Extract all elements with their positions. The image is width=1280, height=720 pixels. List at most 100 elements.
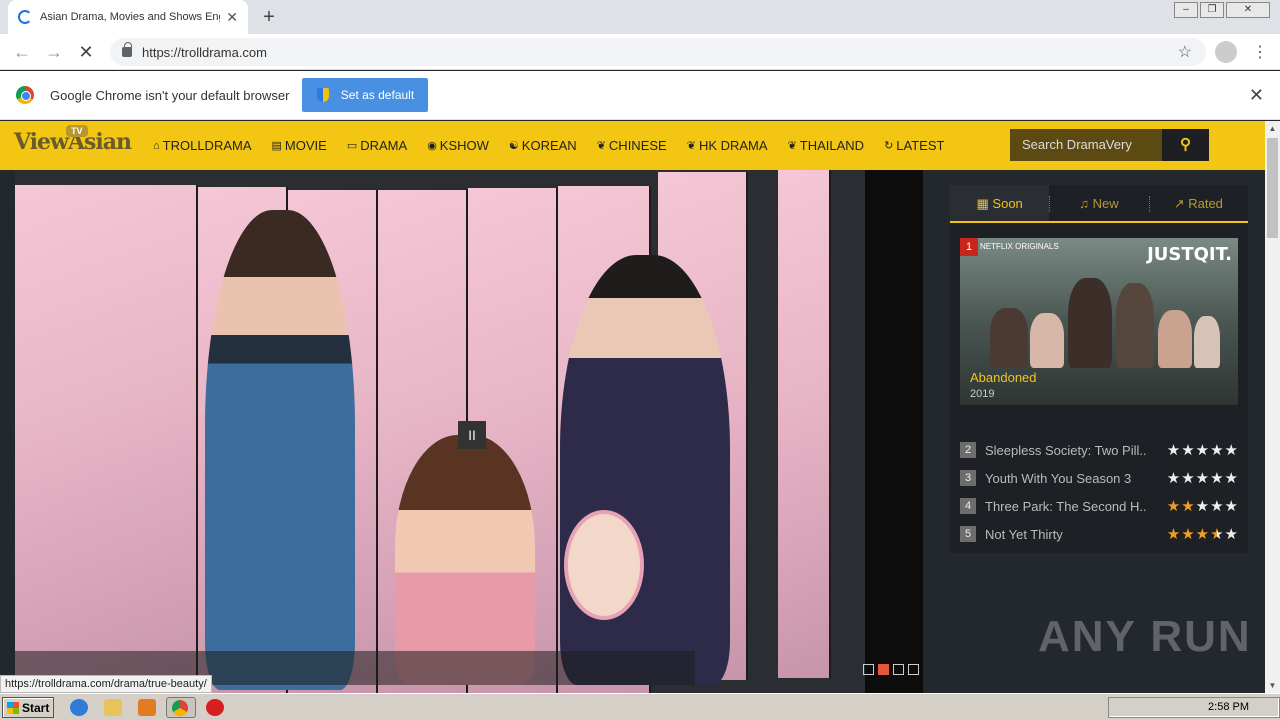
tab-label: Rated bbox=[1188, 196, 1223, 211]
star-icon: ★ bbox=[1210, 469, 1224, 487]
back-button[interactable]: ← bbox=[12, 42, 32, 62]
star-icon: ★ bbox=[1210, 441, 1224, 459]
site-logo[interactable]: ViewAsian TV bbox=[14, 125, 132, 155]
list-item[interactable]: 4 Three Park: The Second H... ★ ★ ★ ★ ★ bbox=[960, 492, 1238, 520]
minimize-button[interactable]: – bbox=[1174, 2, 1198, 18]
profile-avatar[interactable] bbox=[1215, 41, 1237, 63]
featured-poster-art bbox=[990, 278, 1220, 368]
slider-dot[interactable] bbox=[893, 664, 904, 675]
nav-item-hk-drama[interactable]: ❦ HK DRAMA bbox=[687, 138, 768, 153]
default-browser-infobar: Google Chrome isn't your default browser… bbox=[0, 71, 1280, 120]
stop-button[interactable]: ✕ bbox=[76, 42, 96, 62]
nav-item-thailand[interactable]: ❦ THAILAND bbox=[788, 138, 865, 153]
nav-item-latest[interactable]: ↻ LATEST bbox=[884, 138, 944, 153]
star-icon: ★ bbox=[1166, 525, 1181, 543]
slider-dark-slice bbox=[865, 170, 923, 693]
featured-title[interactable]: Abandoned bbox=[970, 370, 1037, 385]
rank-number: 5 bbox=[960, 526, 976, 542]
ie-icon[interactable] bbox=[70, 699, 88, 716]
browser-toolbar: ← → ✕ https://trolldrama.com ☆ ⋮ bbox=[0, 34, 1280, 70]
film-icon: ▤ bbox=[271, 140, 282, 152]
forward-button[interactable]: → bbox=[44, 42, 64, 62]
slider-dot[interactable] bbox=[878, 664, 889, 675]
star-icon: ★ bbox=[1181, 469, 1195, 487]
star-rating: ★ ★ ★ ★ ★ bbox=[1166, 499, 1238, 514]
browser-tab[interactable]: Asian Drama, Movies and Shows English ✕ bbox=[8, 0, 248, 34]
start-label: Start bbox=[22, 700, 50, 715]
slider-dot[interactable] bbox=[908, 664, 919, 675]
shield-icon bbox=[316, 88, 329, 102]
nav-item-trolldrama[interactable]: ⌂ TROLLDRAMA bbox=[153, 138, 252, 153]
search-input[interactable]: Search DramaVery bbox=[1010, 129, 1162, 161]
loading-spinner-icon bbox=[18, 10, 32, 24]
tab-label: New bbox=[1092, 196, 1119, 211]
monitor-icon: ▭ bbox=[346, 140, 358, 152]
slider-slice bbox=[778, 170, 831, 678]
tab-soon[interactable]: ▦ Soon bbox=[950, 185, 1050, 221]
tab-close-icon[interactable]: ✕ bbox=[226, 9, 238, 26]
tab-rated[interactable]: ↗ Rated bbox=[1148, 185, 1248, 221]
window-close-button[interactable]: ✕ bbox=[1226, 2, 1270, 18]
tab-label: Soon bbox=[992, 196, 1023, 211]
rank-number: 2 bbox=[960, 442, 976, 458]
list-item[interactable]: 3 Youth With You Season 3 ★ ★ ★ ★ ★ bbox=[960, 464, 1238, 492]
nav-item-label: KOREAN bbox=[521, 138, 577, 153]
list-item[interactable]: 2 Sleepless Society: Two Pill... ★ ★ ★ ★ ★ bbox=[960, 436, 1238, 464]
star-icon: ★ bbox=[1166, 441, 1181, 459]
hero-slider[interactable]: II bbox=[15, 170, 923, 693]
set-default-label: Set as default bbox=[340, 88, 415, 102]
actress-figure bbox=[395, 435, 535, 685]
system-tray: 2:58 PM bbox=[1108, 697, 1280, 718]
chrome-logo-icon bbox=[16, 86, 34, 104]
page-scrollbar[interactable]: ▲ ▼ bbox=[1265, 121, 1280, 693]
media-player-icon[interactable] bbox=[138, 699, 156, 716]
infobar-close-icon[interactable]: ✕ bbox=[1249, 85, 1264, 106]
ranking-list: 2 Sleepless Society: Two Pill... ★ ★ ★ ★ ★ 3 You… bbox=[960, 436, 1238, 548]
list-item[interactable]: 5 Not Yet Thirty ★ ★ ★ ★ ★ bbox=[960, 520, 1238, 548]
set-default-button[interactable]: Set as default bbox=[302, 78, 429, 112]
featured-badge: NETFLIX ORIGINALS bbox=[980, 242, 1059, 251]
search-icon: ⚲ bbox=[1180, 136, 1191, 153]
slider-pagination bbox=[863, 664, 919, 675]
tab-new[interactable]: ♫ New bbox=[1049, 185, 1148, 221]
nav-item-label: KSHOW bbox=[439, 138, 489, 153]
scroll-thumb[interactable] bbox=[1267, 138, 1278, 238]
pause-icon: II bbox=[468, 427, 476, 443]
nav-item-label: MOVIE bbox=[284, 138, 327, 153]
scroll-up-icon[interactable]: ▲ bbox=[1265, 121, 1280, 136]
address-bar[interactable]: https://trolldrama.com ☆ bbox=[110, 38, 1206, 66]
nav-item-label: THAILAND bbox=[799, 138, 865, 153]
rank-title: Three Park: The Second H... bbox=[985, 498, 1147, 514]
star-icon: ★ bbox=[1224, 497, 1238, 515]
calendar-icon: ▦ bbox=[976, 196, 993, 211]
start-button[interactable]: Start bbox=[2, 697, 54, 718]
restore-button[interactable]: ❐ bbox=[1200, 2, 1224, 18]
featured-rank-badge: 1 bbox=[960, 238, 978, 256]
nav-item-drama[interactable]: ▭ DRAMA bbox=[347, 138, 407, 153]
star-rating: ★ ★ ★ ★ ★ bbox=[1166, 527, 1238, 542]
scroll-down-icon[interactable]: ▼ bbox=[1265, 678, 1280, 693]
new-tab-button[interactable]: + bbox=[258, 6, 280, 28]
rank-title: Not Yet Thirty bbox=[985, 526, 1063, 542]
nav-item-movie[interactable]: ▤ MOVIE bbox=[272, 138, 327, 153]
slider-dot[interactable] bbox=[863, 664, 874, 675]
actor-figure bbox=[205, 210, 355, 690]
alert-icon[interactable] bbox=[206, 699, 224, 716]
star-icon: ★ bbox=[1195, 525, 1210, 543]
anyrun-watermark: ANY RUN bbox=[1038, 612, 1252, 661]
featured-card[interactable]: 1 NETFLIX ORIGINALS JUSTQIT. Abandoned 2… bbox=[960, 238, 1238, 405]
star-icon: ★ bbox=[1210, 525, 1224, 543]
rank-title: Sleepless Society: Two Pill... bbox=[985, 442, 1147, 458]
star-icon: ★ bbox=[1181, 525, 1195, 543]
explorer-icon[interactable] bbox=[104, 699, 122, 716]
nav-item-chinese[interactable]: ❦ CHINESE bbox=[597, 138, 667, 153]
bookmark-star-icon[interactable]: ☆ bbox=[1178, 42, 1192, 62]
actor-figure bbox=[560, 255, 730, 685]
nav-item-korean[interactable]: ☯ KOREAN bbox=[509, 138, 577, 153]
home-icon: ⌂ bbox=[153, 139, 160, 152]
search-button[interactable]: ⚲ bbox=[1162, 129, 1209, 161]
ranking-sidebar: ▦ Soon ♫ New ↗ Rated 1 NETFLIX ORIGINALS J… bbox=[950, 185, 1248, 553]
chrome-menu-icon[interactable]: ⋮ bbox=[1252, 42, 1268, 62]
nav-item-kshow[interactable]: ◉ KSHOW bbox=[427, 138, 489, 153]
slider-pause-button[interactable]: II bbox=[458, 421, 486, 449]
